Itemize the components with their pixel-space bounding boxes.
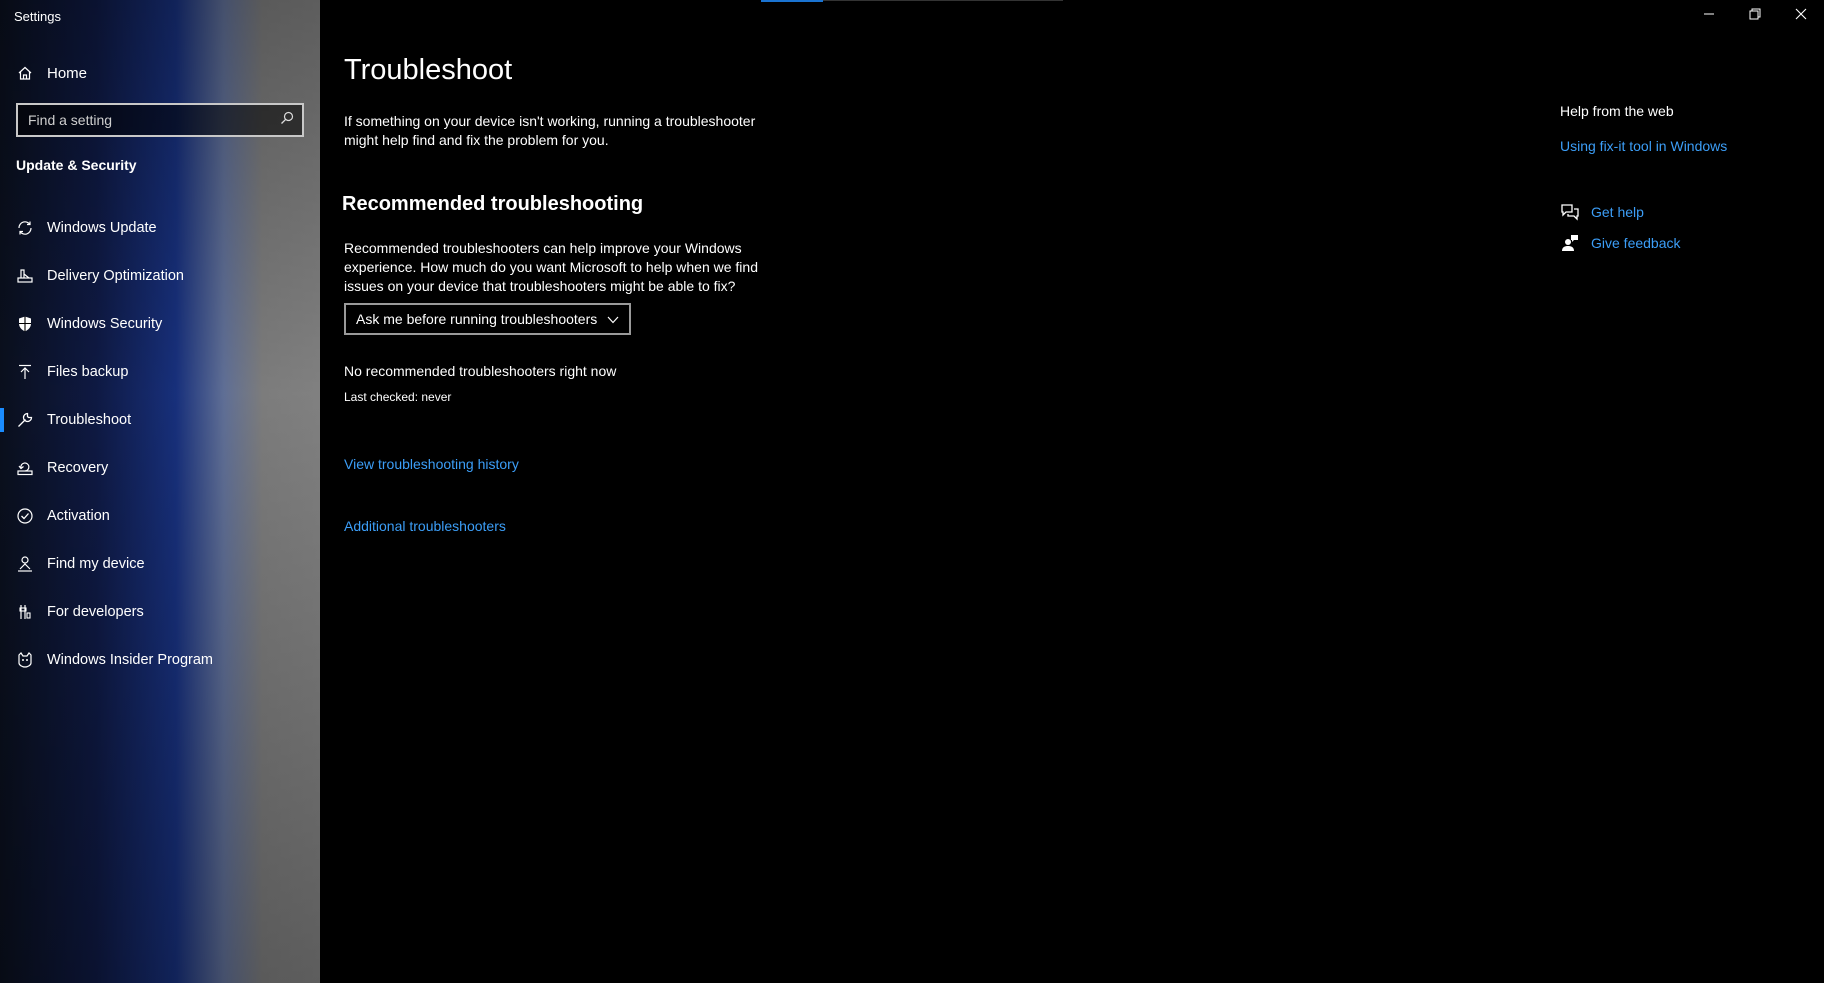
feedback-icon xyxy=(1560,233,1580,253)
sidebar-item-label: Activation xyxy=(47,508,110,524)
give-feedback-link[interactable]: Give feedback xyxy=(1591,235,1681,251)
sidebar: Settings Home Update & Security Windows … xyxy=(0,0,320,983)
upload-icon xyxy=(16,363,34,381)
progress-track xyxy=(823,0,1063,1)
sidebar-item-label: Home xyxy=(47,64,88,82)
sidebar-item-find-my-device[interactable]: Find my device xyxy=(0,540,320,588)
help-heading: Help from the web xyxy=(1560,103,1674,119)
close-icon xyxy=(1795,7,1807,25)
troubleshoot-preference-dropdown[interactable]: Ask me before running troubleshooters xyxy=(344,303,631,335)
view-history-link[interactable]: View troubleshooting history xyxy=(344,456,519,472)
sidebar-item-label: For developers xyxy=(47,604,144,620)
delivery-icon xyxy=(16,267,34,285)
search-input[interactable] xyxy=(28,112,268,128)
sidebar-item-for-developers[interactable]: For developers xyxy=(0,588,320,636)
window-controls xyxy=(1686,0,1824,32)
sidebar-item-home[interactable]: Home xyxy=(0,58,320,88)
insider-icon xyxy=(16,651,34,669)
chevron-down-icon xyxy=(607,311,619,327)
main-content: Troubleshoot If something on your device… xyxy=(320,0,1824,983)
get-help-link[interactable]: Get help xyxy=(1591,204,1644,220)
chat-help-icon xyxy=(1560,202,1580,222)
get-help-row[interactable]: Get help xyxy=(1560,202,1644,222)
sidebar-item-label: Windows Insider Program xyxy=(47,652,213,668)
sync-icon xyxy=(16,219,34,237)
sidebar-item-label: Recovery xyxy=(47,460,109,476)
restore-button[interactable] xyxy=(1732,0,1778,32)
progress-indicator xyxy=(761,0,823,2)
recovery-icon xyxy=(16,459,34,477)
status-text: No recommended troubleshooters right now xyxy=(344,363,617,379)
minimize-button[interactable] xyxy=(1686,0,1732,32)
developer-icon xyxy=(16,603,34,621)
sidebar-item-label: Troubleshoot xyxy=(47,412,132,428)
recommended-description: Recommended troubleshooters can help imp… xyxy=(344,240,758,294)
check-circle-icon xyxy=(16,507,34,525)
close-button[interactable] xyxy=(1778,0,1824,32)
minimize-icon xyxy=(1703,7,1715,25)
sidebar-item-delivery-optimization[interactable]: Delivery Optimization xyxy=(0,252,320,300)
sidebar-nav: Windows Update Delivery Optimization Win… xyxy=(0,204,320,684)
sidebar-item-windows-update[interactable]: Windows Update xyxy=(0,204,320,252)
app-title: Settings xyxy=(14,9,61,24)
section-label: Update & Security xyxy=(16,157,137,173)
intro-text: If something on your device isn't workin… xyxy=(344,113,756,148)
sidebar-item-label: Windows Update xyxy=(47,220,157,236)
last-checked-text: Last checked: never xyxy=(344,390,452,404)
sidebar-item-label: Find my device xyxy=(47,556,145,572)
shield-icon xyxy=(16,315,34,333)
sidebar-item-label: Windows Security xyxy=(47,316,163,332)
sidebar-item-windows-security[interactable]: Windows Security xyxy=(0,300,320,348)
home-icon xyxy=(17,65,33,81)
page-title: Troubleshoot xyxy=(344,54,513,86)
sidebar-item-troubleshoot[interactable]: Troubleshoot xyxy=(0,396,320,444)
sidebar-item-recovery[interactable]: Recovery xyxy=(0,444,320,492)
give-feedback-row[interactable]: Give feedback xyxy=(1560,233,1681,253)
search-icon[interactable] xyxy=(280,111,294,130)
restore-icon xyxy=(1749,7,1761,25)
person-pin-icon xyxy=(16,555,34,573)
recommended-heading: Recommended troubleshooting xyxy=(342,193,644,215)
additional-troubleshooters-link[interactable]: Additional troubleshooters xyxy=(344,518,506,534)
sidebar-item-activation[interactable]: Activation xyxy=(0,492,320,540)
wrench-icon xyxy=(16,411,34,429)
sidebar-item-files-backup[interactable]: Files backup xyxy=(0,348,320,396)
sidebar-item-label: Delivery Optimization xyxy=(47,268,184,284)
search-box[interactable] xyxy=(16,103,304,137)
sidebar-item-windows-insider-program[interactable]: Windows Insider Program xyxy=(0,636,320,684)
sidebar-item-label: Files backup xyxy=(47,364,129,380)
dropdown-value: Ask me before running troubleshooters xyxy=(356,311,598,327)
fixit-tool-link[interactable]: Using fix-it tool in Windows xyxy=(1560,138,1727,154)
